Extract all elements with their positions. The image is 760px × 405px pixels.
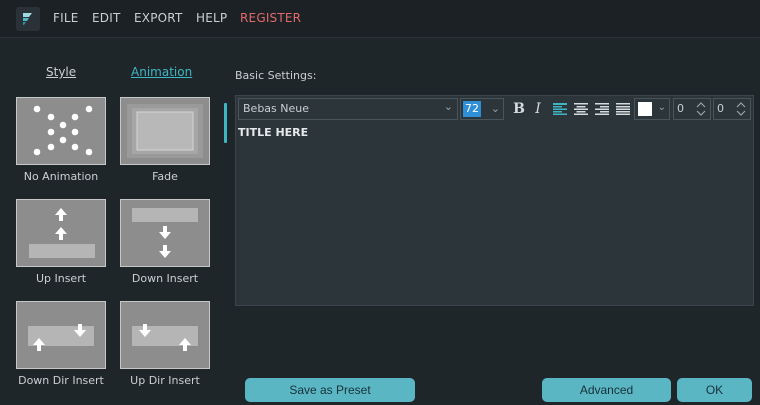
animation-label: Fade [152, 170, 178, 183]
menu-file[interactable]: FILE [53, 11, 79, 25]
filmora-logo-icon[interactable] [16, 7, 40, 31]
animation-up-insert[interactable]: Up Insert [16, 199, 106, 285]
fade-thumbnail-icon [120, 97, 210, 165]
stepper-value: 0 [717, 102, 724, 115]
font-size-select[interactable]: 72 ⌄ [460, 98, 504, 120]
animation-label: Up Dir Insert [130, 374, 200, 387]
color-swatch [638, 102, 652, 116]
menu-bar: FILE EDIT EXPORT HELP REGISTER [0, 0, 760, 38]
animation-down-dir-insert[interactable]: Down Dir Insert [16, 301, 106, 387]
animation-label: Down Insert [131, 272, 199, 285]
animation-up-dir-insert[interactable]: Up Dir Insert [120, 301, 210, 387]
save-as-preset-button[interactable]: Save as Preset [245, 378, 415, 402]
font-family-value: Bebas Neue [243, 102, 309, 115]
align-right-icon[interactable] [594, 100, 610, 118]
chevron-down-icon: ⌄ [490, 102, 500, 115]
animation-label: Up Insert [35, 272, 87, 285]
font-size-value: 72 [463, 101, 481, 117]
basic-settings-title: Basic Settings: [235, 69, 317, 82]
bold-button[interactable]: B [511, 100, 527, 118]
justify-icon[interactable] [615, 100, 631, 118]
down-dir-insert-thumbnail-icon [16, 301, 106, 369]
align-center-icon[interactable] [573, 100, 589, 118]
animation-label: No Animation [23, 170, 99, 183]
up-dir-insert-thumbnail-icon [120, 301, 210, 369]
stepper-value: 0 [677, 102, 684, 115]
menu-help[interactable]: HELP [196, 11, 227, 25]
menu-edit[interactable]: EDIT [92, 11, 121, 25]
text-editor[interactable]: Bebas Neue ⌄ 72 ⌄ B I ⌄ 0 0 TITLE HERE [235, 95, 754, 306]
animation-fade[interactable]: Fade [120, 97, 210, 183]
text-color-picker[interactable]: ⌄ [634, 98, 670, 120]
no-animation-thumbnail-icon [16, 97, 106, 165]
title-text-content[interactable]: TITLE HERE [238, 126, 308, 139]
animation-label: Down Dir Insert [18, 374, 104, 387]
down-insert-thumbnail-icon [120, 199, 210, 267]
advanced-button[interactable]: Advanced [542, 378, 671, 402]
stepper-arrows-icon[interactable] [735, 100, 747, 118]
tab-style[interactable]: Style [46, 65, 76, 79]
spacing-stepper-2[interactable]: 0 [713, 98, 751, 120]
menu-register[interactable]: REGISTER [240, 11, 301, 25]
menu-export[interactable]: EXPORT [134, 11, 182, 25]
animation-no-animation[interactable]: No Animation [16, 97, 106, 183]
font-family-select[interactable]: Bebas Neue ⌄ [238, 98, 458, 120]
tab-animation[interactable]: Animation [131, 65, 192, 79]
ok-button[interactable]: OK [677, 378, 752, 402]
animation-down-insert[interactable]: Down Insert [120, 199, 210, 285]
stepper-arrows-icon[interactable] [695, 100, 707, 118]
up-insert-thumbnail-icon [16, 199, 106, 267]
italic-button[interactable]: I [530, 100, 546, 118]
align-left-icon[interactable] [552, 100, 568, 118]
text-toolbar: Bebas Neue ⌄ 72 ⌄ B I ⌄ 0 0 [236, 96, 755, 122]
chevron-down-icon: ⌄ [443, 100, 453, 113]
scrollbar-thumb[interactable] [224, 103, 227, 143]
chevron-down-icon: ⌄ [657, 102, 666, 113]
spacing-stepper-1[interactable]: 0 [673, 98, 711, 120]
